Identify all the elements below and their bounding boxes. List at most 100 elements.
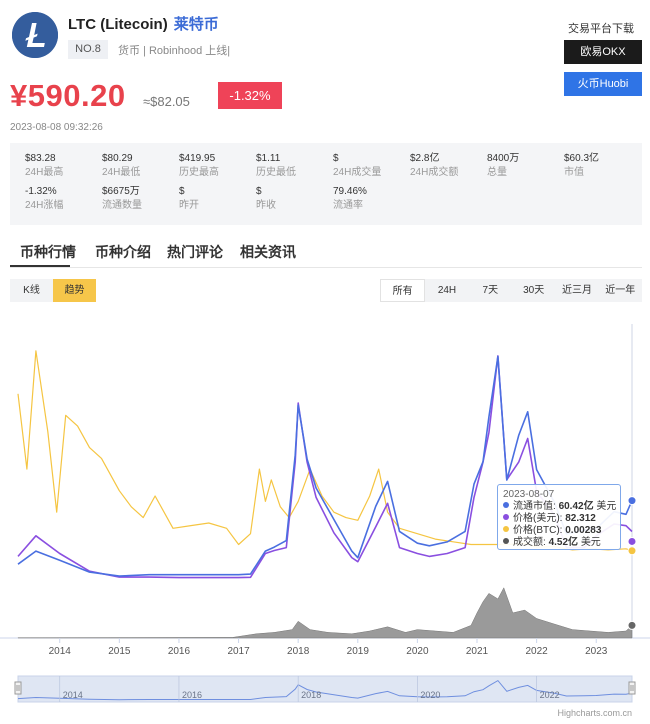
navigator-tick-label: 2022 (540, 690, 560, 700)
x-tick-label: 2022 (525, 646, 548, 657)
stat-item: $1.11 历史最低 (256, 152, 296, 180)
tooltip-label: 价格(美元) (513, 513, 560, 524)
exchange-download-title: 交易平台下载 (568, 23, 634, 35)
stat-label: 市值 (564, 167, 584, 178)
tooltip-unit: 美元 (580, 537, 601, 548)
stat-value: $ (179, 186, 185, 197)
coin-tags: 货币 | Robinhood 上线| (118, 45, 231, 57)
tooltip-label: 成交额 (513, 537, 543, 548)
tab-news[interactable]: 相关资讯 (240, 242, 296, 262)
series-dot-icon (503, 502, 509, 508)
stat-label: 24H涨幅 (25, 200, 64, 211)
coin-cn-name: 莱特币 (173, 16, 219, 33)
stat-value: $1.11 (256, 153, 281, 164)
stat-label: 24H最高 (25, 167, 64, 178)
navigator-tick-label: 2018 (301, 690, 321, 700)
tooltip-label: 流通市值 (513, 501, 553, 512)
navigator-handle (14, 681, 22, 695)
navigator-handle (628, 681, 636, 695)
market-cap-marker (627, 496, 637, 506)
stat-item: $419.95 历史最高 (179, 152, 219, 180)
stat-item: 8400万 总量 (487, 152, 519, 180)
x-tick-label: 2020 (406, 646, 429, 657)
stat-value: -1.32% (25, 186, 57, 197)
tab-comments[interactable]: 热门评论 (167, 242, 223, 262)
tooltip-unit: 美元 (596, 501, 617, 512)
stat-value: $6675万 (102, 186, 140, 197)
x-tick-label: 2018 (287, 646, 310, 657)
tooltip-date: 2023-08-07 (503, 489, 555, 500)
tooltip-value: 0.00283 (565, 525, 602, 536)
stat-label: 历史最高 (179, 167, 219, 178)
stat-value: $419.95 (179, 153, 216, 164)
coin-symbol: LTC (Litecoin) (68, 16, 168, 33)
x-tick-label: 2014 (49, 646, 72, 657)
price-usd: ≈$82.05 (143, 94, 190, 109)
stat-value: $80.29 (102, 153, 133, 164)
trend-toggle[interactable]: 趋势 (53, 279, 96, 302)
stat-label: 历史最低 (256, 167, 296, 178)
stat-item: $80.29 24H最低 (102, 152, 140, 180)
x-tick-label: 2015 (108, 646, 131, 657)
price-btc-marker (627, 546, 637, 556)
chart-credit: Highcharts.com.cn (557, 708, 632, 718)
x-tick-label: 2023 (585, 646, 608, 657)
range-all[interactable]: 所有 (380, 279, 426, 302)
series-dot-icon (503, 514, 509, 520)
range-24h[interactable]: 24H (425, 279, 468, 302)
tooltip-value: 82.312 (565, 513, 596, 524)
volume-marker (627, 620, 637, 630)
x-tick-label: 2021 (466, 646, 489, 657)
stat-label: 昨开 (179, 200, 199, 211)
stat-label: 流通率 (333, 200, 363, 211)
navigator-tick-label: 2016 (182, 690, 202, 700)
change-badge: -1.32% (218, 82, 282, 109)
range-7d[interactable]: 7天 (469, 279, 512, 302)
stat-value: $ (256, 186, 262, 197)
tooltip-value: 60.42亿 (558, 501, 594, 512)
stat-item: $83.28 24H最高 (25, 152, 63, 180)
stat-item: $24H成交量 (333, 152, 381, 180)
series-volume-area (17, 587, 633, 639)
series-dot-icon (503, 526, 509, 532)
price-usd-marker (627, 536, 637, 546)
tab-intro[interactable]: 币种介绍 (95, 242, 151, 262)
stat-item: $60.3亿 市值 (564, 152, 599, 180)
stat-item: $ 昨收 (256, 185, 276, 213)
tab-market[interactable]: 币种行情 (20, 242, 76, 262)
stat-item: $ 昨开 (179, 185, 199, 213)
rank-badge: NO.8 (68, 40, 108, 59)
x-tick-label: 2016 (168, 646, 191, 657)
range-30d[interactable]: 30天 (512, 279, 555, 302)
okx-download-button[interactable]: 欧易OKX (564, 40, 642, 64)
update-timestamp: 2023-08-08 09:32:26 (10, 122, 103, 133)
stat-value: $83.28 (25, 153, 56, 164)
stat-item: $6675万 流通数量 (102, 185, 142, 213)
stat-label: 24H成交量 (333, 167, 382, 178)
kline-toggle[interactable]: K线 (10, 279, 53, 302)
tabs-divider (10, 267, 642, 268)
stat-value: 8400万 (487, 153, 520, 164)
tooltip-row-price-btc: 价格(BTC): 0.00283 (503, 525, 615, 537)
stat-label: 24H最低 (102, 167, 141, 178)
litecoin-icon (12, 12, 58, 58)
range-1y[interactable]: 近一年 (599, 279, 642, 302)
stat-value: $ (333, 153, 339, 164)
x-tick-label: 2019 (347, 646, 370, 657)
navigator-tick-label: 2020 (420, 690, 440, 700)
stat-label: 昨收 (256, 200, 276, 211)
stat-label: 24H成交额 (410, 167, 459, 178)
range-3m[interactable]: 近三月 (555, 279, 598, 302)
tooltip-row-price-usd: 价格(美元): 82.312 (503, 513, 615, 525)
x-tick-label: 2017 (227, 646, 250, 657)
coin-title: LTC (Litecoin) 莱特币 (68, 13, 219, 34)
stat-item: -1.32% 24H涨幅 (25, 185, 63, 213)
litecoin-logo (12, 12, 58, 58)
tooltip-row-volume: 成交额: 4.52亿 美元 (503, 537, 615, 549)
active-tab-indicator (10, 265, 70, 267)
series-dot-icon (503, 538, 509, 544)
stat-value: $60.3亿 (564, 153, 600, 164)
chart-tooltip: 2023-08-07 流通市值: 60.42亿 美元 价格(美元): 82.31… (497, 484, 621, 550)
huobi-download-button[interactable]: 火币Huobi (564, 72, 642, 96)
stat-value: 79.46% (333, 186, 367, 197)
